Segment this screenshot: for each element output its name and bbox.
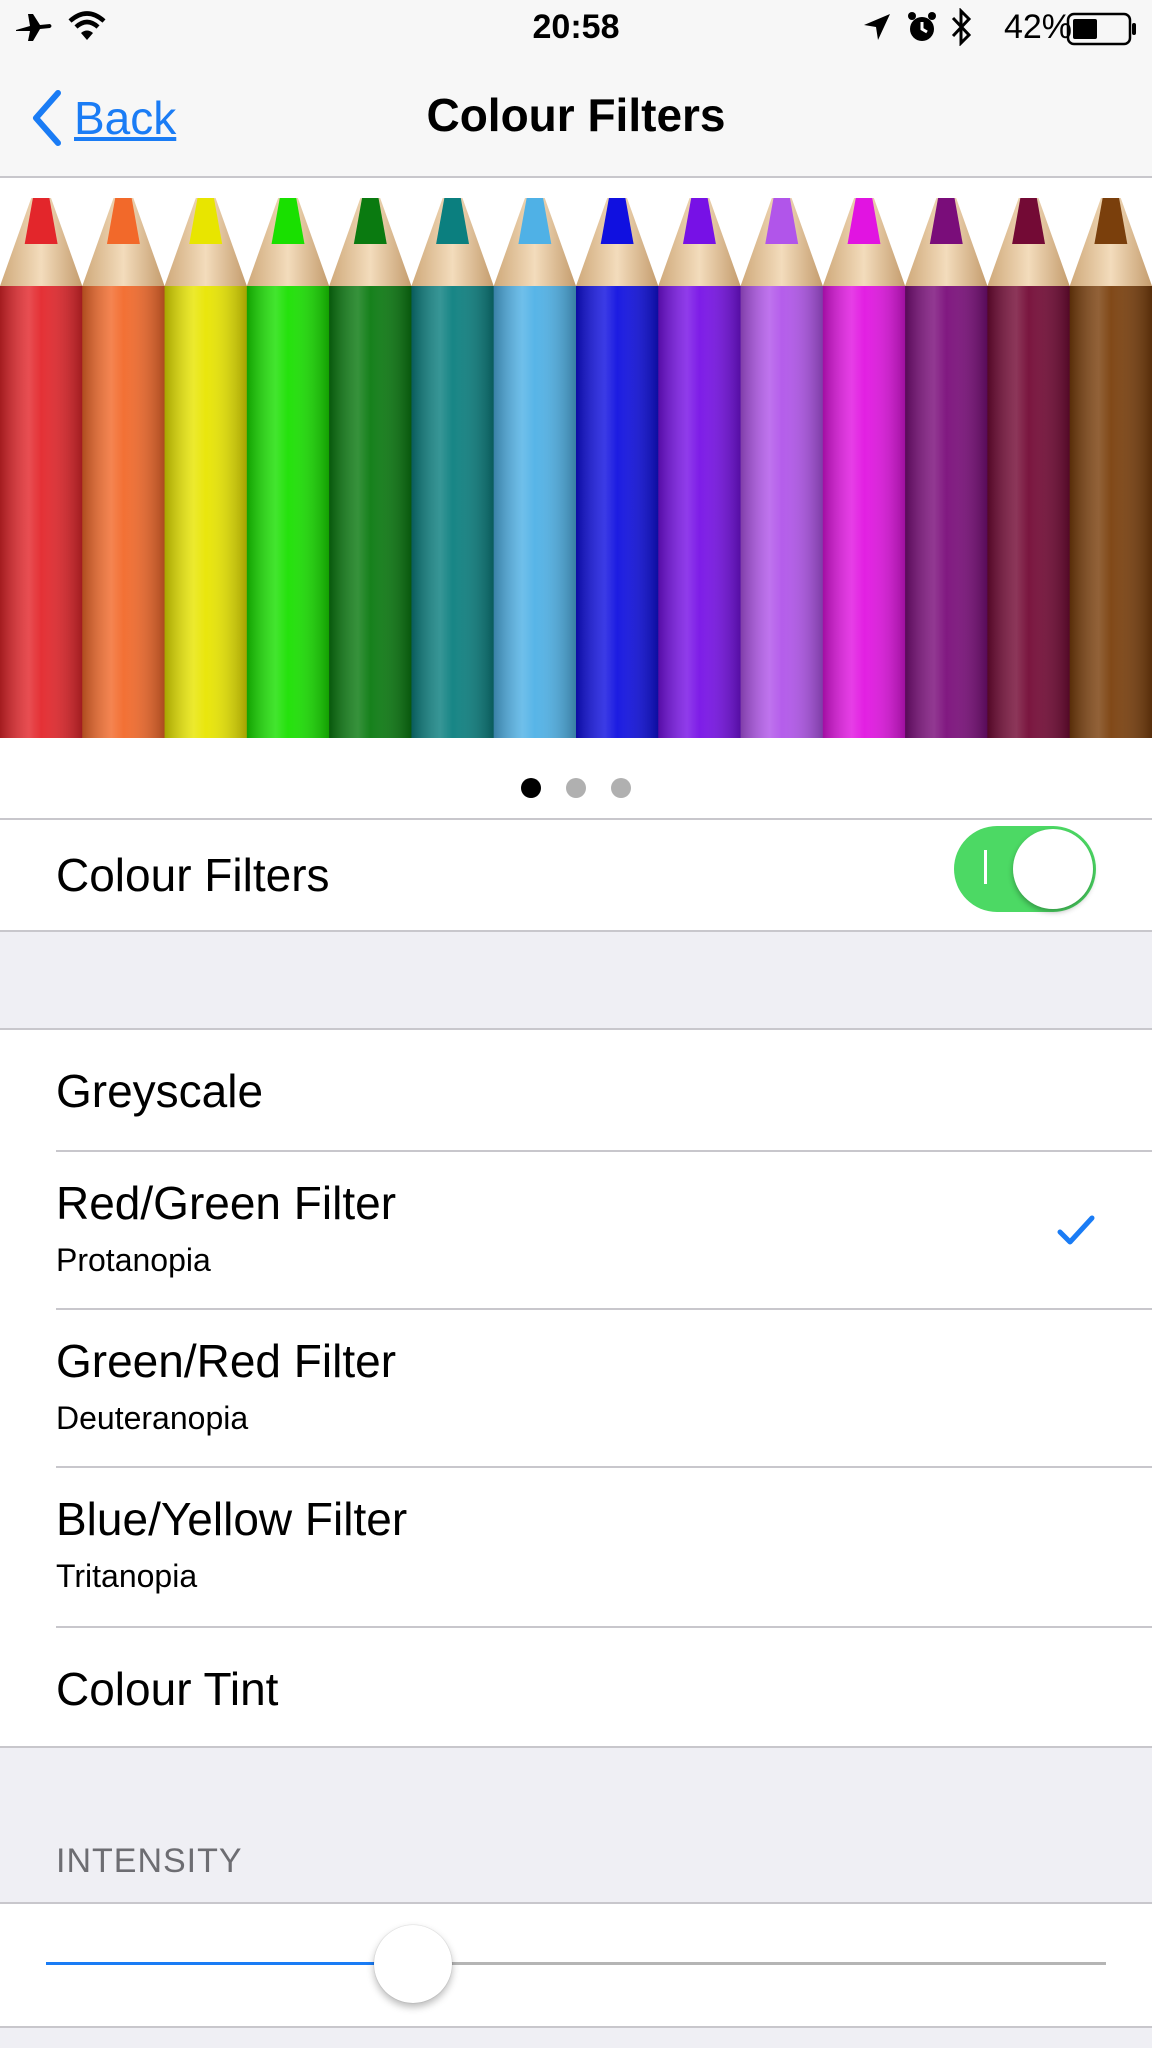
status-bar: 20:58 42% — [0, 0, 1152, 58]
filter-title: Red/Green Filter — [56, 1177, 397, 1229]
intensity-slider-thumb[interactable] — [374, 1925, 452, 2003]
pencil — [411, 198, 495, 738]
pencil — [987, 198, 1071, 738]
filter-options-list: Greyscale Red/Green Filter Protanopia Gr… — [0, 1028, 1152, 1748]
pencil — [246, 198, 330, 738]
pencil — [82, 198, 166, 738]
filter-option-colour-tint[interactable]: Colour Tint — [0, 1628, 1152, 1746]
switch-knob — [1013, 829, 1093, 909]
pencil — [905, 198, 988, 738]
filter-title: Colour Tint — [56, 1663, 279, 1715]
filter-title: Blue/Yellow Filter — [56, 1493, 408, 1545]
filter-option-red-green[interactable]: Red/Green Filter Protanopia — [0, 1152, 1152, 1308]
status-time: 20:58 — [532, 8, 620, 46]
filter-option-blue-yellow[interactable]: Blue/Yellow Filter Tritanopia — [0, 1468, 1152, 1624]
pencils-image — [0, 198, 1152, 738]
page-dot[interactable] — [566, 778, 586, 798]
filter-subtitle: Deuteranopia — [56, 1400, 249, 1436]
page-indicator[interactable] — [0, 758, 1152, 818]
pencil — [329, 198, 412, 738]
colour-filters-switch[interactable] — [954, 826, 1096, 912]
slider-track-filled — [46, 1962, 412, 1965]
pencil — [164, 198, 248, 738]
filter-title: Green/Red Filter — [56, 1335, 397, 1387]
pencil — [1069, 198, 1152, 738]
alarm-icon — [908, 12, 936, 41]
filter-subtitle: Protanopia — [56, 1242, 211, 1278]
navigation-bar: Back Colour Filters — [0, 58, 1152, 178]
slider-track-empty — [412, 1962, 1106, 1965]
battery-percentage: 42% — [1003, 8, 1072, 46]
filter-subtitle: Tritanopia — [56, 1558, 198, 1594]
battery-icon — [1066, 12, 1136, 46]
page-dot[interactable] — [611, 778, 631, 798]
checkmark-icon — [1057, 1215, 1095, 1245]
bluetooth-icon — [951, 8, 972, 46]
switch-on-indicator — [984, 850, 987, 884]
pencil — [658, 198, 742, 738]
pencil — [740, 198, 824, 738]
pencil — [822, 198, 906, 738]
page-dot[interactable] — [521, 778, 541, 798]
intensity-section-header: INTENSITY — [56, 1842, 243, 1880]
page-title: Colour Filters — [426, 89, 726, 141]
location-arrow-icon — [864, 14, 890, 40]
colour-preview-carousel[interactable] — [0, 178, 1152, 758]
intensity-slider-row — [0, 1902, 1152, 2028]
filter-option-greyscale[interactable]: Greyscale — [0, 1030, 1152, 1150]
pencil — [493, 198, 577, 738]
filter-title: Greyscale — [56, 1065, 264, 1117]
pencil — [576, 198, 659, 738]
filter-option-green-red[interactable]: Green/Red Filter Deuteranopia — [0, 1310, 1152, 1466]
colour-filters-label: Colour Filters — [56, 849, 330, 901]
pencil — [0, 198, 83, 738]
